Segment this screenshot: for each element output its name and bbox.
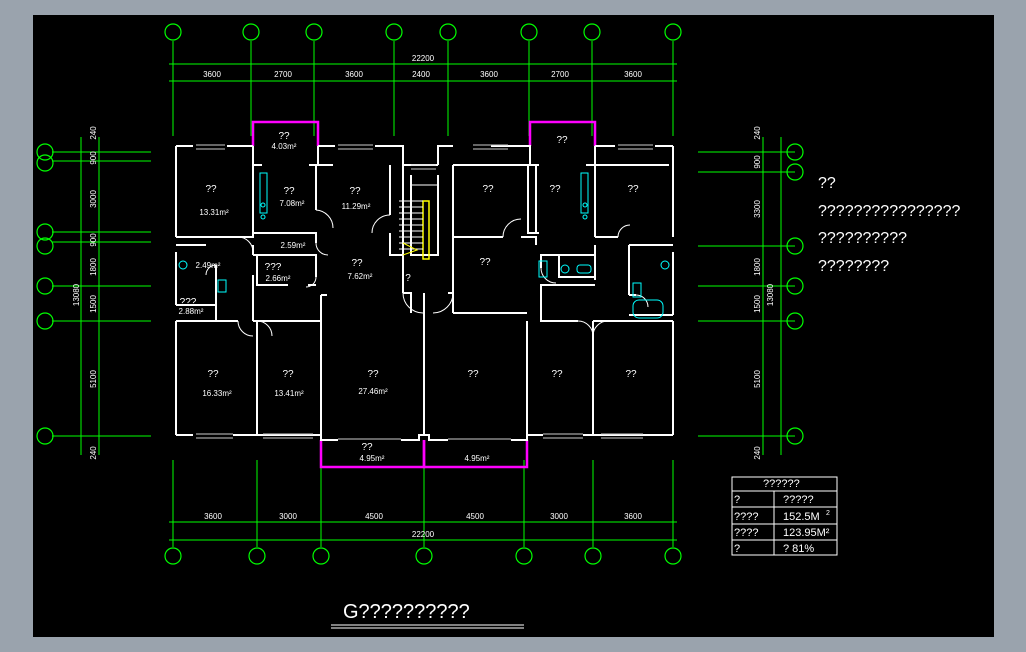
left-dim-2: 900 [89,151,98,165]
table-title: ?????? [763,478,800,490]
living-left-area: 27.46m² [358,387,388,396]
living-left-name: ?? [367,369,379,380]
bedroom-north-left-name: ?? [349,186,361,197]
closet-left-area: 2.66m² [266,274,291,283]
left-dim-5: 1800 [89,258,98,276]
table-row-4-label: ? [734,543,740,555]
right-dim-6: 5100 [753,370,762,388]
right-dim-3: 3300 [753,200,762,218]
bottom-dim-5: 3000 [550,512,568,521]
bedroom-south-left-area: 13.41m² [274,389,304,398]
bottom-dim-1: 3600 [204,512,222,521]
drawing-title-block: G?????????? [331,601,524,629]
table-row-1-value: ????? [783,494,814,506]
bottom-dim-6: 3600 [624,512,642,521]
left-dimension-texts: 13080 240 900 3000 900 1800 1500 5100 24… [72,126,98,460]
kitchen-right-name: ?? [549,184,561,195]
top-dim-6: 2700 [551,70,569,79]
drawing-title: G?????????? [343,601,470,623]
notes-heading: ?? [818,175,836,192]
right-dim-2: 900 [753,155,762,169]
app-frame: 22200 3600 2700 3600 2400 3600 2700 3600… [0,0,1026,652]
left-dim-7: 5100 [89,370,98,388]
top-dim-3: 3600 [345,70,363,79]
table-row-3-value: 123.95M² [783,527,830,539]
balcony-north-left-area: 4.03m² [272,142,297,151]
closet-left-name: ??? [265,262,282,273]
top-dim-4: 2400 [412,70,430,79]
hall-left-area: 2.59m² [281,241,306,250]
table-row-1-label: ? [734,494,740,506]
bedroom-sw-name: ?? [207,369,219,380]
bedroom-se-name: ?? [625,369,637,380]
walls [175,145,674,441]
right-dim-5: 1500 [753,295,762,313]
living-right-name: ?? [467,369,479,380]
area-table: ?????? ? ????? ???? 152.5M 2 ???? 123.95… [731,476,838,556]
left-dim-6: 1500 [89,295,98,313]
notes-line-2: ?????????? [818,230,907,247]
balcony-south-right-area: 4.95m² [465,454,490,463]
top-dim-1: 3600 [203,70,221,79]
balcony-south-left-area: 4.95m² [360,454,385,463]
left-dim-1: 240 [89,126,98,140]
right-dim-7: 240 [753,446,762,460]
bedroom-nw-area: 13.31m² [199,208,229,217]
left-overall-dimension: 13080 [72,283,81,306]
top-overall-dimension: 22200 [412,54,435,63]
dining-left-name: ?? [351,258,363,269]
balcony-north-left-name: ?? [278,131,290,142]
bedroom-nw-name: ?? [205,184,217,195]
bath-left-area: 2.49m² [196,261,221,270]
bedroom-sw-area: 16.33m² [202,389,232,398]
axis-bubbles [36,23,804,565]
right-dimension-texts: 13080 240 900 3300 1800 1500 5100 240 [753,126,775,460]
floor-plan-drawing: 22200 3600 2700 3600 2400 3600 2700 3600… [36,23,960,629]
bedroom-south-right-name: ?? [551,369,563,380]
balcony-south-left-name: ?? [361,442,373,453]
right-dim-1: 240 [753,126,762,140]
notes-line-3: ???????? [818,258,889,275]
right-overall-dimension: 13080 [766,283,775,306]
stairwell [399,184,438,260]
bottom-dim-4: 4500 [466,512,484,521]
bottom-dim-2: 3000 [279,512,297,521]
bottom-overall-dimension: 22200 [412,530,435,539]
design-notes: ?? ???????????????? ?????????? ???????? [818,175,960,275]
storage-left-area: 2.88m² [179,307,204,316]
left-dim-3: 3000 [89,190,98,208]
table-row-4-value: ? 81% [783,543,814,555]
notes-line-1: ???????????????? [818,203,960,220]
table-row-2-label: ???? [734,511,758,523]
cad-canvas[interactable]: 22200 3600 2700 3600 2400 3600 2700 3600… [33,15,994,637]
stair-label: ? [405,273,411,284]
left-dim-8: 240 [89,446,98,460]
table-row-2-value: 152.5M [783,511,820,523]
dining-right-name: ?? [479,257,491,268]
bottom-dim-3: 4500 [365,512,383,521]
table-row-3-label: ???? [734,527,758,539]
bedroom-north-right-name: ?? [482,184,494,195]
kitchen-left-area: 7.08m² [280,199,305,208]
kitchen-left-name: ?? [283,186,295,197]
bedroom-south-left-name: ?? [282,369,294,380]
top-dim-7: 3600 [624,70,642,79]
room-labels: ?? 4.03m² ?? ?? 13.31m² ?? 7.08m² ?? 11.… [179,131,639,463]
bedroom-north-left-area: 11.29m² [342,202,371,211]
top-dim-2: 2700 [274,70,292,79]
top-dim-5: 3600 [480,70,498,79]
right-dim-4: 1800 [753,258,762,276]
balcony-north-right-name: ?? [556,135,568,146]
table-row-2-sup: 2 [826,510,830,517]
left-dim-4: 900 [89,233,98,247]
dining-left-area: 7.62m² [348,272,373,281]
bedroom-ne-name: ?? [627,184,639,195]
